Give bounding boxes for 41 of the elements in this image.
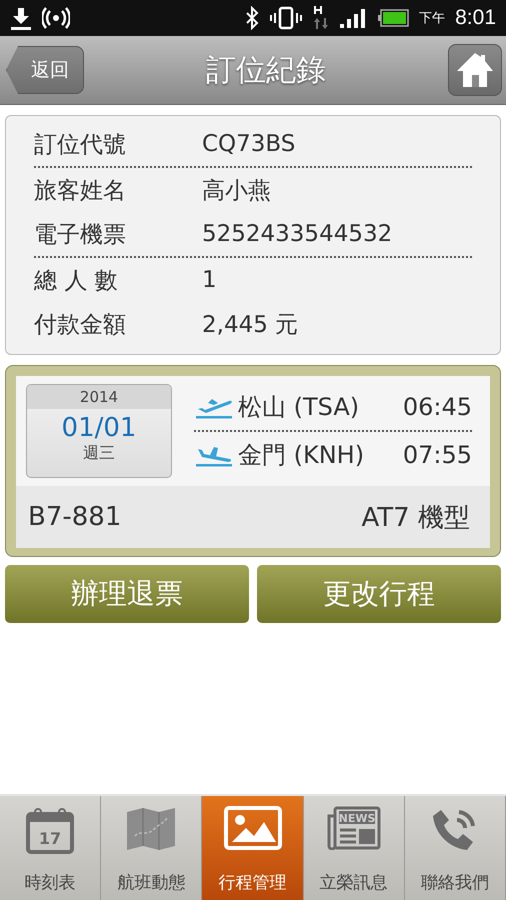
field-value: 2,445 元 bbox=[202, 310, 298, 340]
home-button[interactable] bbox=[448, 44, 502, 96]
field-value: 高小燕 bbox=[202, 176, 271, 206]
clock-time: 8:01 bbox=[455, 6, 496, 30]
nav-tab[interactable]: 航班動態 bbox=[101, 796, 202, 900]
flight-time: 06:45 bbox=[402, 393, 472, 421]
aircraft-type: AT7 機型 bbox=[362, 502, 470, 534]
bluetooth-icon bbox=[245, 6, 260, 30]
year-label: 2014 bbox=[27, 385, 171, 409]
download-icon bbox=[10, 6, 32, 30]
field-label: 訂位代號 bbox=[34, 130, 127, 160]
picture-icon bbox=[224, 806, 282, 850]
signal-icon bbox=[339, 7, 368, 29]
map-icon bbox=[125, 806, 178, 852]
page-title: 訂位紀錄 bbox=[206, 52, 326, 90]
nav-tab[interactable]: NEWS 立榮訊息 bbox=[304, 796, 405, 900]
battery-icon bbox=[377, 8, 410, 28]
data-arrows-icon bbox=[313, 5, 330, 31]
nav-tab[interactable]: 17 時刻表 bbox=[0, 796, 102, 900]
flight-number: B7-881 bbox=[28, 502, 122, 532]
nav-tab[interactable]: 聯絡我們 bbox=[404, 796, 506, 900]
time-period: 下午 bbox=[419, 10, 446, 27]
nav-tab[interactable]: 行程管理 bbox=[202, 796, 304, 900]
radio-signal-icon bbox=[42, 7, 70, 29]
action-button[interactable]: 更改行程 bbox=[257, 565, 501, 623]
field-value: 5252433544532 bbox=[202, 221, 392, 247]
airport-name: 松山 (TSA) bbox=[238, 392, 360, 423]
field-value: 1 bbox=[202, 267, 217, 293]
flight-time: 07:55 bbox=[402, 441, 472, 469]
field-label: 電子機票 bbox=[34, 220, 127, 250]
weekday-label: 週三 bbox=[83, 443, 115, 464]
airport-name: 金門 (KNH) bbox=[238, 440, 366, 471]
vibrate-icon bbox=[269, 6, 304, 30]
home-icon bbox=[455, 51, 495, 89]
field-label: 旅客姓名 bbox=[34, 176, 127, 206]
action-button[interactable]: 辦理退票 bbox=[5, 565, 249, 623]
field-label: 總 人 數 bbox=[34, 266, 119, 296]
back-button[interactable]: 返回 bbox=[6, 46, 84, 94]
flight-date: 01/01 bbox=[62, 413, 136, 443]
field-label: 付款金額 bbox=[34, 310, 127, 340]
field-value: CQ73BS bbox=[202, 131, 296, 157]
